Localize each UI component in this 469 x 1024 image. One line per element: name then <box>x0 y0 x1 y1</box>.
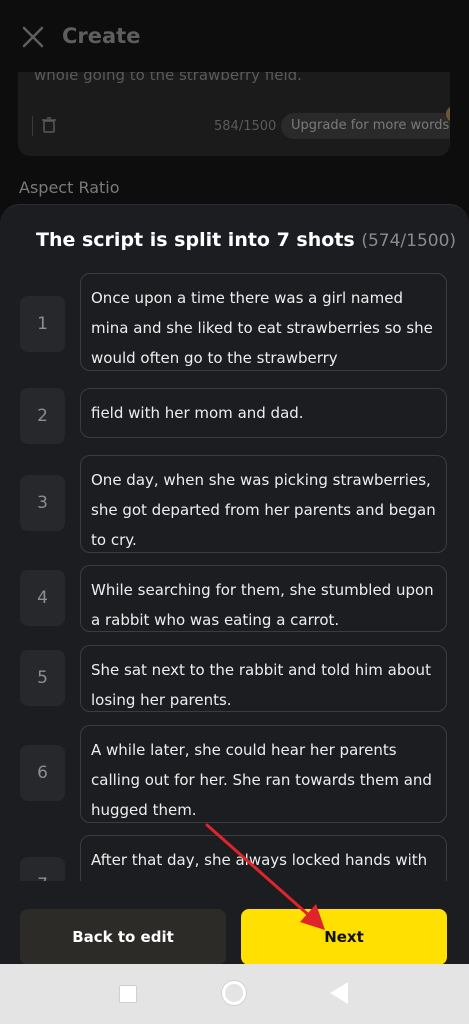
dialog-footer: Back to edit Next <box>0 891 469 965</box>
shot-text-field[interactable]: A while later, she could hear her parent… <box>80 725 447 823</box>
shot-text-field[interactable]: After that day, she always locked hands … <box>80 835 447 881</box>
recent-apps-icon[interactable] <box>119 985 137 1003</box>
shot-number: 4 <box>20 570 65 626</box>
word-count: 584/1500 <box>214 119 277 134</box>
system-nav-bar <box>0 964 469 1024</box>
next-button[interactable]: Next <box>241 909 447 965</box>
top-bar: Create <box>0 0 469 72</box>
dialog-title: The script is split into 7 shots (574/15… <box>36 229 456 251</box>
upgrade-button[interactable]: Upgrade for more words <box>281 113 450 139</box>
shots-dialog: The script is split into 7 shots (574/15… <box>0 204 469 965</box>
shot-text-field[interactable]: She sat next to the rabbit and told him … <box>80 645 447 712</box>
shot-number: 5 <box>20 650 65 706</box>
shot-number: 2 <box>20 388 65 444</box>
shot-text-field[interactable]: One day, when she was picking strawberri… <box>80 455 447 553</box>
shot-number: 3 <box>20 475 65 531</box>
trash-icon[interactable] <box>40 116 58 134</box>
prompt-text[interactable]: whole going to the strawberry field. <box>34 72 302 84</box>
shot-text-field[interactable]: Once upon a time there was a girl named … <box>80 273 447 371</box>
dialog-title-text: The script is split into 7 shots <box>36 229 355 251</box>
shot-list[interactable]: 1 Once upon a time there was a girl name… <box>0 273 469 881</box>
shot-text-field[interactable]: While searching for them, she stumbled u… <box>80 565 447 632</box>
prompt-card[interactable]: whole going to the strawberry field. 584… <box>18 72 450 156</box>
shot-number: 1 <box>20 296 65 352</box>
back-to-edit-button[interactable]: Back to edit <box>20 909 226 965</box>
dialog-word-count: (574/1500) <box>361 231 457 251</box>
shot-number: 7 <box>20 857 65 881</box>
back-icon[interactable] <box>330 982 348 1004</box>
divider <box>32 116 33 136</box>
close-icon[interactable] <box>20 24 46 50</box>
home-icon[interactable] <box>222 981 246 1005</box>
shot-number: 6 <box>20 745 65 801</box>
shot-text-field[interactable]: field with her mom and dad. <box>80 388 447 438</box>
page-title: Create <box>62 24 141 48</box>
aspect-ratio-label: Aspect Ratio <box>19 178 120 197</box>
